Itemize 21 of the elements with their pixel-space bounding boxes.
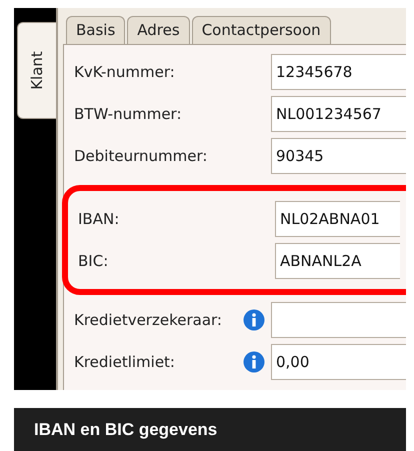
field-label: Kredietlimiet:: [74, 353, 176, 371]
tab[interactable]: Adres: [127, 16, 190, 44]
tab[interactable]: Contactpersoon: [192, 16, 331, 44]
info-icon[interactable]: [243, 351, 265, 373]
field-label: IBAN:: [78, 210, 120, 228]
text-field[interactable]: NL02ABNA01: [275, 201, 400, 237]
text-field[interactable]: 0,00: [271, 344, 406, 380]
caption: IBAN en BIC gegevens: [14, 408, 406, 451]
side-tab[interactable]: Klant: [17, 22, 56, 119]
field-label: Kredietverzekeraar:: [74, 311, 223, 329]
text-field[interactable]: 90345: [271, 138, 406, 174]
text-field[interactable]: [271, 302, 406, 338]
text-field[interactable]: NL001234567: [271, 96, 406, 132]
text-field[interactable]: 12345678: [271, 54, 406, 90]
field-label: BTW-nummer:: [74, 105, 183, 123]
field-label: BIC:: [78, 252, 110, 270]
tab[interactable]: Basis: [66, 16, 126, 44]
text-field[interactable]: ABNANL2A: [275, 243, 400, 279]
field-label: KvK-nummer:: [74, 63, 176, 81]
field-label: Debiteurnummer:: [74, 147, 208, 165]
info-icon[interactable]: [243, 309, 265, 331]
